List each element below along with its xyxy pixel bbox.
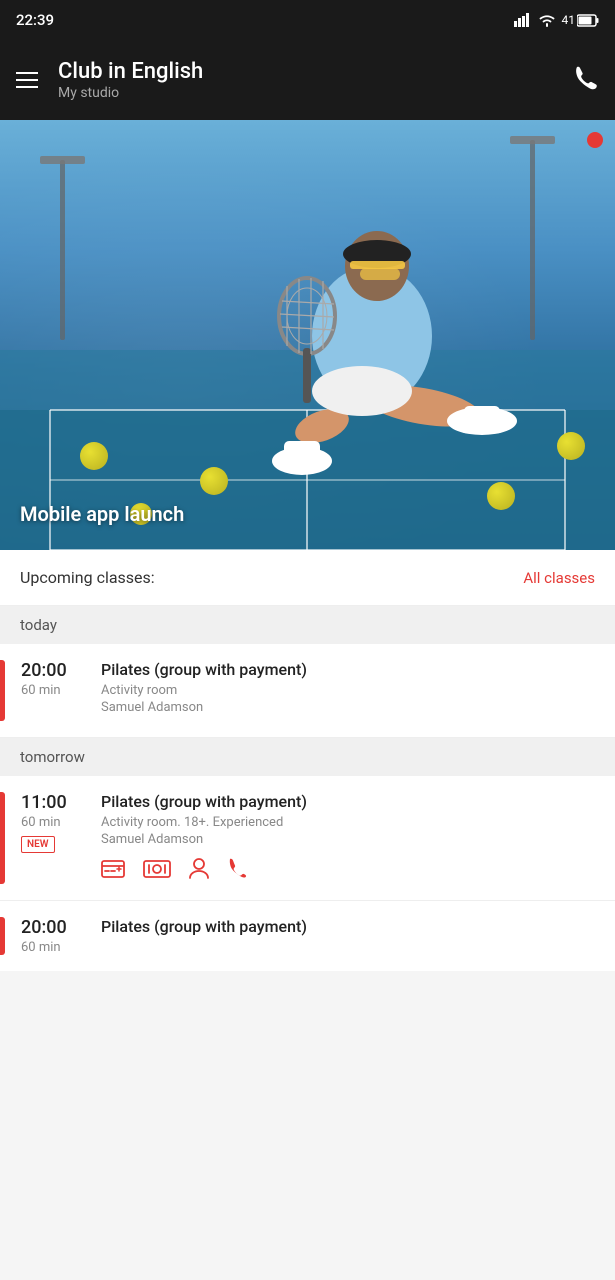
day-label-tomorrow: tomorrow (20, 748, 85, 766)
class-room-2: Activity room. 18+. Experienced (101, 815, 615, 830)
class-name-2: Pilates (group with payment) (101, 792, 615, 811)
status-bar: 22:39 41 (0, 0, 615, 40)
header-title-block: Club in English My studio (58, 59, 571, 101)
tennis-ball-1 (80, 442, 108, 470)
class-time: 20:00 (21, 660, 67, 681)
class-duration-3: 60 min (21, 940, 61, 955)
phone-icon (571, 63, 599, 91)
day-label-today: today (20, 616, 57, 634)
battery-icon (577, 14, 599, 27)
phone-action-icon[interactable] (227, 857, 247, 884)
classes-header: Upcoming classes: All classes (0, 550, 615, 606)
class-card-tomorrow-2: 20:00 60 min Pilates (group with payment… (0, 901, 615, 971)
class-time-2: 11:00 (21, 792, 67, 813)
battery-level: 41 (562, 13, 576, 27)
app-title: Club in English (58, 59, 571, 85)
pole-left (60, 160, 65, 340)
class-time-block: 20:00 60 min (21, 660, 101, 721)
class-indicator (0, 660, 5, 721)
hero-section: Mobile app launch (0, 120, 615, 550)
signal-icon (514, 13, 532, 27)
player-figure (212, 206, 532, 500)
battery-indicator: 41 (562, 13, 600, 27)
light-head-right (510, 136, 555, 144)
class-instructor: Samuel Adamson (101, 700, 615, 715)
class-time-3: 20:00 (21, 917, 67, 938)
class-details-3: Pilates (group with payment) (101, 917, 615, 955)
class-indicator (0, 792, 5, 884)
class-name: Pilates (group with payment) (101, 660, 615, 679)
class-card-tomorrow-1: 11:00 60 min NEW Pilates (group with pay… (0, 776, 615, 901)
light-head-left (40, 156, 85, 164)
tennis-ball-2 (200, 467, 228, 495)
tennis-ball-4 (557, 432, 585, 460)
day-header-today: today (0, 606, 615, 644)
class-details: Pilates (group with payment) Activity ro… (101, 660, 615, 721)
app-subtitle: My studio (58, 85, 571, 101)
class-room: Activity room (101, 683, 615, 698)
class-time-block-2: 11:00 60 min NEW (21, 792, 101, 884)
payment-card-icon[interactable] (101, 859, 125, 883)
all-classes-link[interactable]: All classes (523, 569, 595, 587)
class-card: 20:00 60 min Pilates (group with payment… (0, 644, 615, 738)
class-indicator-3 (0, 917, 5, 955)
status-time: 22:39 (16, 11, 54, 29)
upcoming-classes-label: Upcoming classes: (20, 568, 155, 587)
notification-dot (587, 132, 603, 148)
cash-icon[interactable] (143, 859, 171, 883)
hero-caption: Mobile app launch (20, 502, 184, 526)
class-actions (101, 857, 615, 884)
menu-button[interactable] (16, 72, 38, 88)
tennis-ball-3 (487, 482, 515, 510)
class-details-2: Pilates (group with payment) Activity ro… (101, 792, 615, 884)
class-duration: 60 min (21, 683, 61, 698)
profile-icon[interactable] (189, 857, 209, 884)
status-icons: 41 (514, 13, 600, 27)
wifi-icon (538, 13, 556, 27)
top-bar: Club in English My studio (0, 40, 615, 120)
day-header-tomorrow: tomorrow (0, 738, 615, 776)
class-name-3: Pilates (group with payment) (101, 917, 615, 936)
class-time-block-3: 20:00 60 min (21, 917, 101, 955)
class-instructor-2: Samuel Adamson (101, 832, 615, 847)
call-button[interactable] (571, 63, 599, 97)
class-duration-2: 60 min (21, 815, 61, 830)
new-badge: NEW (21, 836, 55, 853)
